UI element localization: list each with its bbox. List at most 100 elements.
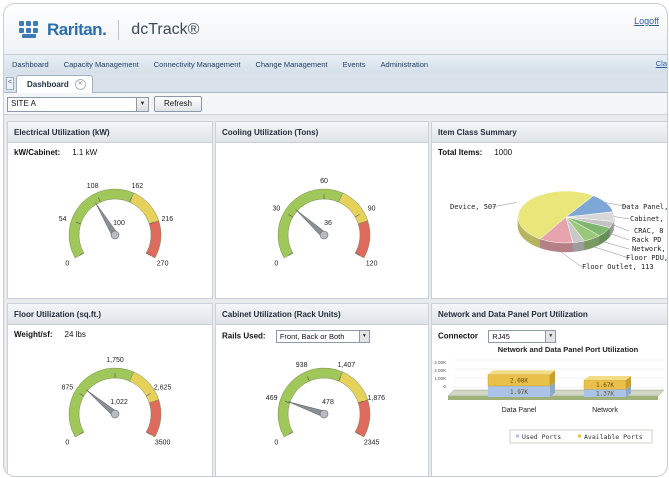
refresh-button[interactable]: Refresh xyxy=(154,96,202,112)
connector-value: RJ45 xyxy=(492,332,510,341)
panel-header: Cabinet Utilization (Rack Units) xyxy=(216,304,428,325)
gauge-tick-label: 0 xyxy=(274,440,278,447)
pie-slice-side xyxy=(529,233,532,245)
panel-title: Item Class Summary xyxy=(438,128,517,137)
legend-swatch xyxy=(578,434,581,438)
pie-slice-side xyxy=(527,232,530,244)
chevron-down-icon[interactable]: ▼ xyxy=(136,98,148,111)
bar-value-label: 1.37K xyxy=(596,391,614,398)
menu-change-management[interactable]: Change Management xyxy=(255,60,327,69)
gauge-band xyxy=(338,192,369,225)
logoff-link[interactable]: Logoff xyxy=(634,16,659,26)
pie-slice-side xyxy=(542,239,545,250)
chart-floor xyxy=(447,389,665,397)
pie-slice-side xyxy=(566,242,570,253)
metric-value: 24 lbs xyxy=(64,330,86,339)
gauge-hub xyxy=(110,230,120,240)
main-menu: Dashboard Capacity Management Connectivi… xyxy=(4,54,667,74)
panel-metric: Weight/sf: 24 lbs xyxy=(14,330,86,339)
floor-gauge: 0 875 1,750 2,625 3500 1,022 xyxy=(62,357,172,447)
gauge-hub xyxy=(319,230,329,240)
menu-capacity-management[interactable]: Capacity Management xyxy=(64,60,139,69)
tab-close-icon[interactable]: ✕ xyxy=(74,79,86,90)
tab-scroll-left-icon[interactable]: < xyxy=(6,77,14,90)
chevron-down-icon[interactable]: ▼ xyxy=(358,331,369,342)
chevron-down-icon[interactable]: ▼ xyxy=(545,331,556,342)
pie-leader xyxy=(578,241,630,259)
gauge-band xyxy=(354,399,371,438)
brand-divider xyxy=(118,20,120,40)
pie-slice-side xyxy=(588,238,592,250)
menu-administration[interactable]: Administration xyxy=(381,60,429,69)
gauge-tick-label: 162 xyxy=(132,183,144,190)
gauge-tick-label: 120 xyxy=(366,261,378,268)
floor-utilization-panel: Floor Utilization (sq.ft.) Weight/sf: 24 … xyxy=(7,303,213,476)
pie-slice-side xyxy=(524,229,527,241)
gauge-band xyxy=(129,192,160,225)
legend-swatch xyxy=(516,434,519,438)
metric-label: Connector xyxy=(438,331,478,341)
pie-leader xyxy=(611,224,630,232)
pie-slice-label: Floor PDU, 4 xyxy=(626,254,668,262)
bar-value-label: 1.97K xyxy=(510,389,528,396)
connector-select[interactable]: RJ45 ▼ xyxy=(488,330,557,343)
gauge-value-label: 1,022 xyxy=(110,399,128,406)
pie-slice-side xyxy=(605,229,608,241)
y-tick-label: 3.00K xyxy=(434,360,446,365)
cooling-gauge: 0 30 60 90 120 36 xyxy=(272,178,378,268)
gauge-band xyxy=(338,371,369,404)
panel-metric: Connector RJ45 ▼ xyxy=(438,330,557,343)
tab-bar: < Dashboard ✕ xyxy=(4,73,667,93)
pie-slice-side xyxy=(526,231,528,243)
pie-slice-label: Cabinet, xyxy=(630,215,664,223)
gauge-hub xyxy=(110,409,120,419)
pie-slice-side xyxy=(595,236,598,247)
pie-slice-side xyxy=(575,241,578,252)
gauge-tick-label: 1,876 xyxy=(368,395,386,402)
gauge-tick-label: 2345 xyxy=(364,440,380,447)
x-tick-label: Data Panel xyxy=(502,407,537,414)
gauge-tick-label: 1,750 xyxy=(106,357,124,364)
raritan-logo: Raritan. dcTrack® xyxy=(19,18,199,42)
pie-slice-side xyxy=(599,234,602,245)
menu-dashboard[interactable]: Dashboard xyxy=(12,60,49,69)
menu-right-link[interactable]: Cla xyxy=(656,59,667,68)
gauge-band xyxy=(145,399,162,438)
pie-slice-side xyxy=(577,241,581,252)
gauge-tick-label: 108 xyxy=(87,183,99,190)
gauge-tick-label: 54 xyxy=(59,216,67,223)
pie-slice-side xyxy=(568,242,572,253)
y-tick-label: 0 xyxy=(443,384,446,389)
menu-connectivity-management[interactable]: Connectivity Management xyxy=(154,60,241,69)
gauge-value-label: 100 xyxy=(113,220,125,227)
pie-slice-side xyxy=(604,231,607,242)
panel-metric: kW/Cabinet: 1.1 kW xyxy=(14,148,97,157)
gauge-tick-label: 469 xyxy=(266,395,278,402)
tab-dashboard[interactable]: Dashboard ✕ xyxy=(16,75,93,93)
metric-label: Total Items: xyxy=(438,148,483,157)
rails-used-select[interactable]: Front, Back or Both ▼ xyxy=(275,330,370,343)
menu-events[interactable]: Events xyxy=(343,60,366,69)
panel-title: Cabinet Utilization (Rack Units) xyxy=(222,310,341,319)
pie-slice-side xyxy=(551,241,555,252)
pie-slice-side xyxy=(597,235,600,247)
x-tick-label: Network xyxy=(592,407,618,414)
dashboard-toolbar: SITE A ▼ Refresh xyxy=(4,93,667,115)
port-utilization-bar-chart: Network and Data Panel Port Utilization 3… xyxy=(434,345,665,444)
electrical-utilization-panel: Electrical Utilization (kW) kW/Cabinet: 1… xyxy=(7,121,213,299)
cabinet-utilization-panel: Cabinet Utilization (Rack Units) Rails U… xyxy=(215,303,429,476)
pie-slice-side xyxy=(532,235,535,246)
pie-slice-label: Data Panel, 1 xyxy=(622,203,668,211)
bar-value-label: 2.08K xyxy=(510,378,528,385)
pie-slice-side xyxy=(601,233,604,245)
panel-title: Electrical Utilization (kW) xyxy=(14,128,110,137)
gauge-band xyxy=(145,220,162,259)
electrical-gauge: 0 54 108 162 216 270 100 xyxy=(59,183,173,268)
site-select[interactable]: SITE A ▼ xyxy=(7,97,149,112)
gauge-tick-label: 875 xyxy=(62,385,74,392)
header: Raritan. dcTrack® Logoff xyxy=(4,4,667,54)
metric-value: 1000 xyxy=(494,148,513,157)
rails-used-value: Front, Back or Both xyxy=(279,332,345,341)
panel-header: Electrical Utilization (kW) xyxy=(8,122,212,143)
panel-header: Network and Data Panel Port Utilization xyxy=(432,304,667,325)
